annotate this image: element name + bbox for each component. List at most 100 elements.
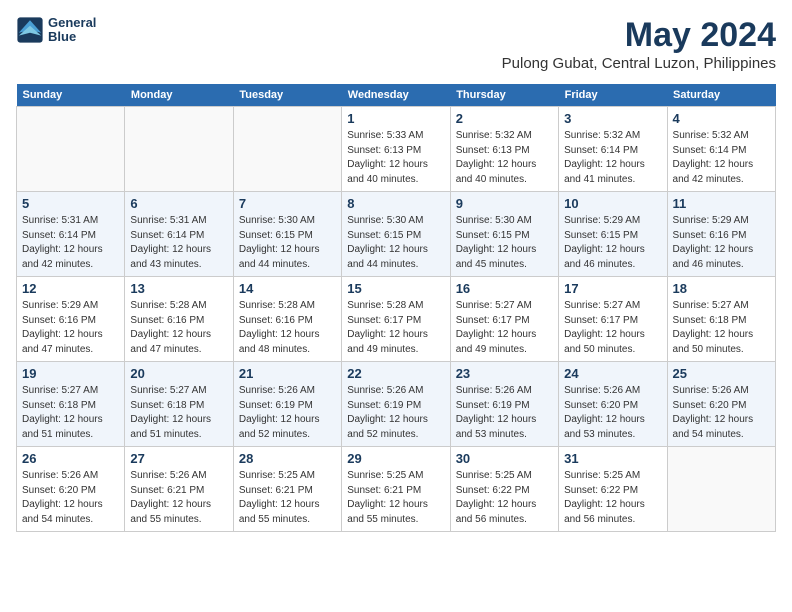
day-header-tuesday: Tuesday <box>233 84 341 107</box>
day-number: 12 <box>22 281 119 296</box>
day-number: 2 <box>456 111 553 126</box>
calendar-cell: 9 Sunrise: 5:30 AM Sunset: 6:15 PM Daylig… <box>450 192 558 277</box>
cell-content: Sunrise: 5:26 AM Sunset: 6:21 PM Dayligh… <box>130 469 227 527</box>
calendar-cell: 22Sunrise: 5:26 AM Sunset: 6:19 PM Dayli… <box>342 362 450 447</box>
page-subtitle: Pulong Gubat, Central Luzon, Philippines <box>502 55 776 72</box>
calendar-cell <box>125 107 233 192</box>
day-header-friday: Friday <box>559 84 667 107</box>
day-header-monday: Monday <box>125 84 233 107</box>
day-header-thursday: Thursday <box>450 84 558 107</box>
calendar-cell: 3 Sunrise: 5:32 AM Sunset: 6:14 PM Daylig… <box>559 107 667 192</box>
cell-content: Sunrise: 5:29 AM Sunset: 6:16 PM Dayligh… <box>22 299 119 357</box>
day-number: 25 <box>673 366 770 381</box>
calendar-cell: 27Sunrise: 5:26 AM Sunset: 6:21 PM Dayli… <box>125 447 233 532</box>
calendar-cell: 6 Sunrise: 5:31 AM Sunset: 6:14 PM Daylig… <box>125 192 233 277</box>
calendar-cell: 20 Sunrise: 5:27 AM Sunset: 6:18 PM Dayli… <box>125 362 233 447</box>
calendar-cell: 14Sunrise: 5:28 AM Sunset: 6:16 PM Dayli… <box>233 277 341 362</box>
week-row-1: 1 Sunrise: 5:33 AM Sunset: 6:13 PM Daylig… <box>17 107 776 192</box>
logo: General Blue <box>16 16 96 45</box>
header-row: SundayMondayTuesdayWednesdayThursdayFrid… <box>17 84 776 107</box>
calendar-cell: 25 Sunrise: 5:26 AM Sunset: 6:20 PM Dayli… <box>667 362 775 447</box>
page-title: May 2024 <box>502 16 776 55</box>
cell-content: Sunrise: 5:29 AM Sunset: 6:16 PM Dayligh… <box>673 214 770 272</box>
cell-content: Sunrise: 5:27 AM Sunset: 6:18 PM Dayligh… <box>130 384 227 442</box>
cell-content: Sunrise: 5:31 AM Sunset: 6:14 PM Dayligh… <box>22 214 119 272</box>
calendar-cell: 12 Sunrise: 5:29 AM Sunset: 6:16 PM Dayli… <box>17 277 125 362</box>
day-number: 31 <box>564 451 661 466</box>
day-number: 18 <box>673 281 770 296</box>
calendar-cell: 18 Sunrise: 5:27 AM Sunset: 6:18 PM Dayli… <box>667 277 775 362</box>
day-number: 4 <box>673 111 770 126</box>
day-number: 20 <box>130 366 227 381</box>
cell-content: Sunrise: 5:28 AM Sunset: 6:16 PM Dayligh… <box>130 299 227 357</box>
calendar-cell: 5 Sunrise: 5:31 AM Sunset: 6:14 PM Daylig… <box>17 192 125 277</box>
day-header-wednesday: Wednesday <box>342 84 450 107</box>
day-number: 5 <box>22 196 119 211</box>
calendar-cell: 10 Sunrise: 5:29 AM Sunset: 6:15 PM Dayli… <box>559 192 667 277</box>
week-row-4: 19 Sunrise: 5:27 AM Sunset: 6:18 PM Dayli… <box>17 362 776 447</box>
cell-content: Sunrise: 5:25 AM Sunset: 6:22 PM Dayligh… <box>564 469 661 527</box>
cell-content: Sunrise: 5:33 AM Sunset: 6:13 PM Dayligh… <box>347 129 444 187</box>
calendar-cell: 11 Sunrise: 5:29 AM Sunset: 6:16 PM Dayli… <box>667 192 775 277</box>
calendar-cell: 4 Sunrise: 5:32 AM Sunset: 6:14 PM Daylig… <box>667 107 775 192</box>
day-number: 21 <box>239 366 336 381</box>
cell-content: Sunrise: 5:25 AM Sunset: 6:21 PM Dayligh… <box>239 469 336 527</box>
logo-text: General Blue <box>48 16 96 45</box>
day-number: 26 <box>22 451 119 466</box>
day-number: 29 <box>347 451 444 466</box>
cell-content: Sunrise: 5:26 AM Sunset: 6:20 PM Dayligh… <box>22 469 119 527</box>
calendar-cell: 30 Sunrise: 5:25 AM Sunset: 6:22 PM Dayli… <box>450 447 558 532</box>
calendar-cell: 21 Sunrise: 5:26 AM Sunset: 6:19 PM Dayli… <box>233 362 341 447</box>
day-number: 6 <box>130 196 227 211</box>
week-row-5: 26 Sunrise: 5:26 AM Sunset: 6:20 PM Dayli… <box>17 447 776 532</box>
calendar-cell: 13 Sunrise: 5:28 AM Sunset: 6:16 PM Dayli… <box>125 277 233 362</box>
day-number: 17 <box>564 281 661 296</box>
cell-content: Sunrise: 5:32 AM Sunset: 6:14 PM Dayligh… <box>673 129 770 187</box>
cell-content: Sunrise: 5:30 AM Sunset: 6:15 PM Dayligh… <box>456 214 553 272</box>
day-number: 13 <box>130 281 227 296</box>
day-number: 3 <box>564 111 661 126</box>
cell-content: Sunrise: 5:27 AM Sunset: 6:18 PM Dayligh… <box>673 299 770 357</box>
day-number: 7 <box>239 196 336 211</box>
day-number: 8 <box>347 196 444 211</box>
day-number: 11 <box>673 196 770 211</box>
cell-content: Sunrise: 5:29 AM Sunset: 6:15 PM Dayligh… <box>564 214 661 272</box>
day-number: 9 <box>456 196 553 211</box>
day-number: 1 <box>347 111 444 126</box>
cell-content: Sunrise: 5:27 AM Sunset: 6:17 PM Dayligh… <box>564 299 661 357</box>
day-number: 16 <box>456 281 553 296</box>
cell-content: Sunrise: 5:28 AM Sunset: 6:17 PM Dayligh… <box>347 299 444 357</box>
cell-content: Sunrise: 5:30 AM Sunset: 6:15 PM Dayligh… <box>347 214 444 272</box>
week-row-2: 5 Sunrise: 5:31 AM Sunset: 6:14 PM Daylig… <box>17 192 776 277</box>
cell-content: Sunrise: 5:31 AM Sunset: 6:14 PM Dayligh… <box>130 214 227 272</box>
calendar-table: SundayMondayTuesdayWednesdayThursdayFrid… <box>16 84 776 532</box>
day-number: 15 <box>347 281 444 296</box>
cell-content: Sunrise: 5:28 AM Sunset: 6:16 PM Dayligh… <box>239 299 336 357</box>
cell-content: Sunrise: 5:32 AM Sunset: 6:14 PM Dayligh… <box>564 129 661 187</box>
calendar-cell: 24Sunrise: 5:26 AM Sunset: 6:20 PM Dayli… <box>559 362 667 447</box>
calendar-cell <box>667 447 775 532</box>
page-header: General Blue May 2024 Pulong Gubat, Cent… <box>16 16 776 72</box>
cell-content: Sunrise: 5:27 AM Sunset: 6:17 PM Dayligh… <box>456 299 553 357</box>
calendar-cell: 16 Sunrise: 5:27 AM Sunset: 6:17 PM Dayli… <box>450 277 558 362</box>
calendar-cell <box>233 107 341 192</box>
calendar-cell: 17 Sunrise: 5:27 AM Sunset: 6:17 PM Dayli… <box>559 277 667 362</box>
day-number: 28 <box>239 451 336 466</box>
day-number: 19 <box>22 366 119 381</box>
calendar-cell: 19 Sunrise: 5:27 AM Sunset: 6:18 PM Dayli… <box>17 362 125 447</box>
cell-content: Sunrise: 5:26 AM Sunset: 6:20 PM Dayligh… <box>564 384 661 442</box>
week-row-3: 12 Sunrise: 5:29 AM Sunset: 6:16 PM Dayli… <box>17 277 776 362</box>
cell-content: Sunrise: 5:27 AM Sunset: 6:18 PM Dayligh… <box>22 384 119 442</box>
calendar-cell: 1 Sunrise: 5:33 AM Sunset: 6:13 PM Daylig… <box>342 107 450 192</box>
cell-content: Sunrise: 5:25 AM Sunset: 6:22 PM Dayligh… <box>456 469 553 527</box>
calendar-cell: 7 Sunrise: 5:30 AM Sunset: 6:15 PM Daylig… <box>233 192 341 277</box>
cell-content: Sunrise: 5:26 AM Sunset: 6:20 PM Dayligh… <box>673 384 770 442</box>
day-number: 22 <box>347 366 444 381</box>
cell-content: Sunrise: 5:26 AM Sunset: 6:19 PM Dayligh… <box>239 384 336 442</box>
day-number: 30 <box>456 451 553 466</box>
calendar-cell <box>17 107 125 192</box>
day-number: 10 <box>564 196 661 211</box>
cell-content: Sunrise: 5:25 AM Sunset: 6:21 PM Dayligh… <box>347 469 444 527</box>
cell-content: Sunrise: 5:30 AM Sunset: 6:15 PM Dayligh… <box>239 214 336 272</box>
cell-content: Sunrise: 5:32 AM Sunset: 6:13 PM Dayligh… <box>456 129 553 187</box>
